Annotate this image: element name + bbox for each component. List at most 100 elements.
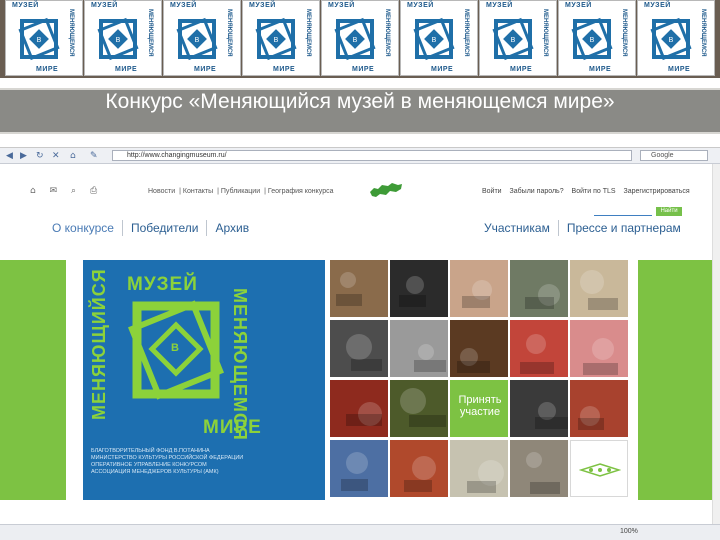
logo-tile-center: В <box>195 37 200 44</box>
logo-word-left: МЕНЯЮЩИЙСЯ <box>89 268 109 420</box>
photo-tile[interactable] <box>450 440 508 497</box>
audience-tabs: Участникам Прессе и партнерам <box>476 220 689 236</box>
photo-image <box>450 440 508 497</box>
photo-image <box>570 320 628 377</box>
site-search-input[interactable] <box>594 207 652 216</box>
photo-image <box>330 440 388 497</box>
green-sidebar-left <box>0 260 66 500</box>
login-links: Войти Забыли пароль? Войти по TLS Зареги… <box>482 188 696 195</box>
mail-icon[interactable]: ✉ <box>50 186 58 196</box>
photo-tile[interactable] <box>330 320 388 377</box>
logo-tile-side-text: МЕНЯЮЩЕМСЯ <box>463 9 469 57</box>
contest-logo-panel: МУЗЕЙ МЕНЯЮЩИЙСЯ МЕНЯЮЩЕМСЯ МИРЕ В БЛАГО… <box>83 260 325 500</box>
tab-press-partners[interactable]: Прессе и партнерам <box>559 220 689 236</box>
photo-tile[interactable] <box>570 320 628 377</box>
photo-image <box>510 380 574 437</box>
tab-archive[interactable]: Архив <box>207 220 257 236</box>
photo-tile[interactable] <box>330 380 388 437</box>
login-link[interactable]: Войти <box>482 188 502 195</box>
home-icon[interactable]: ⌂ <box>70 151 76 161</box>
site-top-menu: Новости | Контакты | Публикации | География… <box>148 188 334 195</box>
site-search-button[interactable]: Найти <box>656 207 682 216</box>
photo-tile[interactable] <box>510 440 568 497</box>
logo-tile-center: В <box>274 37 279 44</box>
browser-toolbar: ◀ ▶ ↻ ✕ ⌂ ✎ http://www.changingmuseum.ru… <box>0 148 720 164</box>
photo-tile[interactable] <box>450 320 508 377</box>
browser-search-box[interactable]: Google <box>640 150 708 161</box>
slide-title: Конкурс «Меняющийся музей в меняющемся м… <box>105 90 615 113</box>
tls-login-link[interactable]: Войти по TLS <box>572 188 616 195</box>
logo-word-right: МЕНЯЮЩЕМСЯ <box>230 288 250 441</box>
address-bar[interactable]: http://www.changingmuseum.ru/ <box>112 150 632 161</box>
photo-image <box>390 380 448 437</box>
photo-image <box>330 260 388 317</box>
contest-logo-icon: В <box>18 17 60 61</box>
logo-tile-bottom-text: МИРЕ <box>431 66 454 73</box>
logo-tile: МУЗЕЙ В МЕНЯЮЩЕМСЯ МИРЕ <box>637 0 715 76</box>
tab-winners[interactable]: Победители <box>123 220 208 236</box>
photo-tile[interactable] <box>330 440 388 497</box>
photo-tile[interactable] <box>390 440 448 497</box>
logo-tile-top-text: МУЗЕЙ <box>407 2 434 9</box>
photo-tile[interactable] <box>570 380 628 437</box>
top-menu-contacts[interactable]: Контакты <box>183 188 213 195</box>
more-dots-tile[interactable] <box>570 440 628 497</box>
logo-tile-side-text: МЕНЯЮЩЕМСЯ <box>147 9 153 57</box>
photo-tile[interactable] <box>390 380 448 437</box>
organizers-text: БЛАГОТВОРИТЕЛЬНЫЙ ФОНД В.ПОТАНИНА МИНИСТ… <box>91 448 319 476</box>
search-icon[interactable]: ⌕ <box>71 186 76 196</box>
top-menu-news[interactable]: Новости <box>148 188 175 195</box>
refresh-icon[interactable]: ↻ <box>36 151 44 161</box>
main-tabs: О конкурсе Победители Архив <box>44 218 257 238</box>
logo-tile-bottom-text: МИРЕ <box>668 66 691 73</box>
photo-image <box>390 320 448 377</box>
zoom-level[interactable]: 100% <box>620 528 638 535</box>
scrollbar[interactable] <box>712 164 720 524</box>
forward-icon[interactable]: ▶ <box>20 151 27 161</box>
photo-tile[interactable] <box>510 380 574 437</box>
print-icon[interactable]: ⎙ <box>90 186 97 196</box>
photo-tile[interactable] <box>390 260 448 317</box>
photo-tile[interactable] <box>390 320 448 377</box>
logo-tile-top-text: МУЗЕЙ <box>12 2 39 9</box>
more-icon <box>579 463 621 477</box>
logo-tile-bottom-text: МИРЕ <box>273 66 296 73</box>
contest-logo-icon: В <box>571 17 613 61</box>
photo-tile[interactable] <box>450 260 508 317</box>
photo-image <box>510 440 568 497</box>
logo-tile-side-text: МЕНЯЮЩЕМСЯ <box>305 9 311 57</box>
logo-tile-center: В <box>37 37 42 44</box>
register-link[interactable]: Зарегистрироваться <box>624 188 690 195</box>
bookmark-icon[interactable]: ✎ <box>90 151 98 161</box>
logo-tile-center: В <box>511 37 516 44</box>
home-icon[interactable]: ⌂ <box>30 186 36 196</box>
forgot-password-link[interactable]: Забыли пароль? <box>510 188 564 195</box>
contest-logo-icon: В <box>176 17 218 61</box>
contest-logo-icon: В <box>334 17 376 61</box>
logo-tile: МУЗЕЙ В МЕНЯЮЩЕМСЯ МИРЕ <box>400 0 478 76</box>
logo-center-letter: В <box>171 342 179 354</box>
logo-tile-side-text: МЕНЯЮЩЕМСЯ <box>621 9 627 57</box>
participate-label: Принять участие <box>458 394 502 418</box>
participate-button[interactable]: Принять участие <box>450 380 508 437</box>
top-menu-geography[interactable]: География конкурса <box>268 188 334 195</box>
photo-image <box>330 380 388 437</box>
photo-tile[interactable] <box>510 320 568 377</box>
tab-participants[interactable]: Участникам <box>476 220 559 236</box>
photo-tile[interactable] <box>330 260 388 317</box>
logo-tile-center: В <box>353 37 358 44</box>
status-bar: 100% <box>0 524 720 540</box>
logo-tile-top-text: МУЗЕЙ <box>170 2 197 9</box>
logo-tile-side-text: МЕНЯЮЩЕМСЯ <box>68 9 74 57</box>
logo-tile-top-text: МУЗЕЙ <box>328 2 355 9</box>
photo-image <box>390 260 448 317</box>
stop-icon[interactable]: ✕ <box>52 151 60 161</box>
logo-tile: МУЗЕЙ В МЕНЯЮЩЕМСЯ МИРЕ <box>5 0 83 76</box>
back-icon[interactable]: ◀ <box>6 151 13 161</box>
logo-tile: МУЗЕЙ В МЕНЯЮЩЕМСЯ МИРЕ <box>479 0 557 76</box>
logo-tile-top-text: МУЗЕЙ <box>644 2 671 9</box>
photo-tile[interactable] <box>510 260 568 317</box>
top-menu-publications[interactable]: Публикации <box>221 188 260 195</box>
photo-tile[interactable] <box>570 260 628 317</box>
tab-about[interactable]: О конкурсе <box>44 220 123 236</box>
